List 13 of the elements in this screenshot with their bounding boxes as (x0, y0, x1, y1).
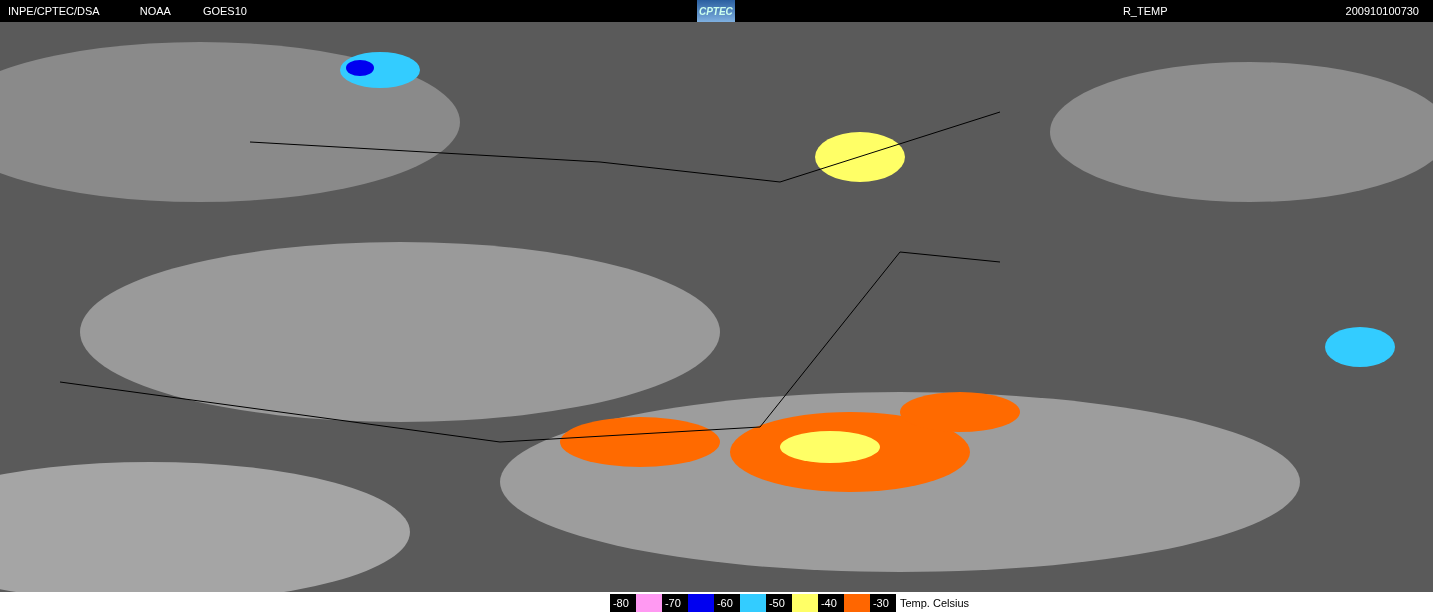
logo: CPTEC (696, 0, 735, 22)
product-label: R_TEMP (1122, 5, 1168, 17)
legend-label: -30 (869, 594, 896, 612)
legend-label: -80 (609, 594, 636, 612)
satellite-label: GOES10 (202, 5, 247, 17)
legend-unit: Temp. Celsius (899, 597, 970, 609)
timestamp-label: 200910100730 (1345, 5, 1419, 17)
legend-label: -40 (817, 594, 844, 612)
legend-label: -60 (713, 594, 740, 612)
legend-label: -70 (661, 594, 688, 612)
source-label: INPE/CPTEC/DSA (8, 5, 100, 17)
agency-label: NOAA (139, 5, 171, 17)
legend-label: -50 (765, 594, 792, 612)
